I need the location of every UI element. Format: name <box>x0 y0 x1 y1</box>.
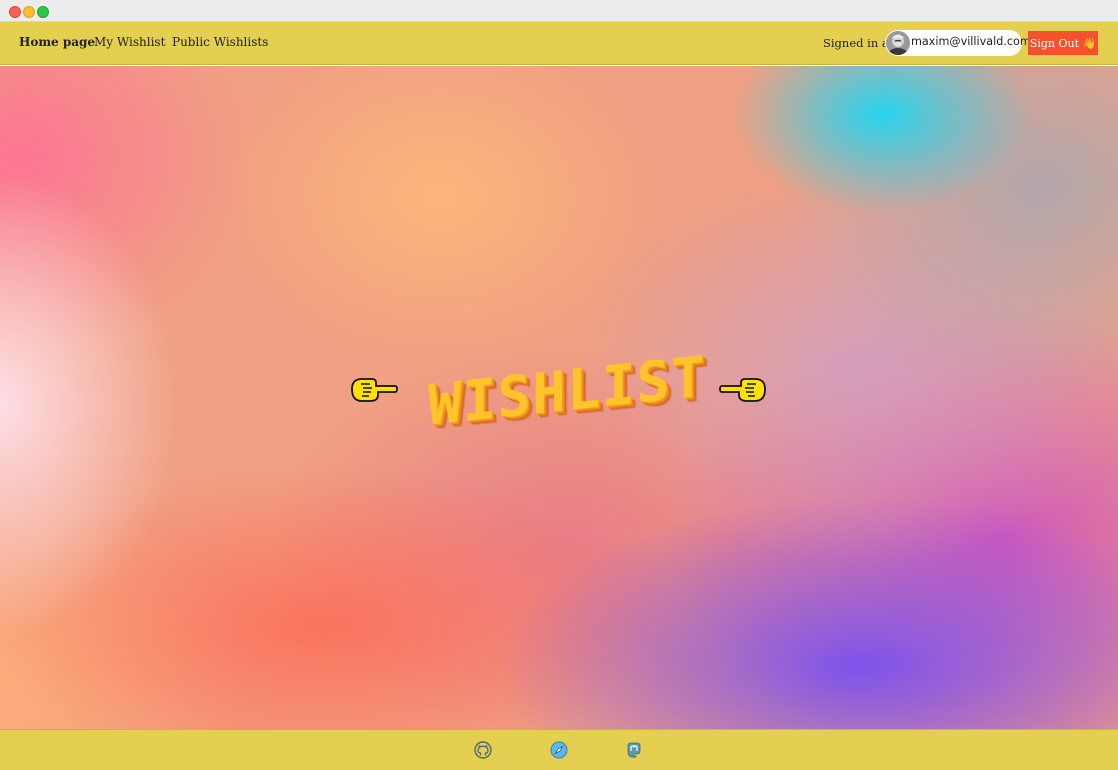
browser-window: Home page My Wishlist Public Wishlists S… <box>0 0 1118 770</box>
nav-public-wishlists-link[interactable]: Public Wishlists <box>172 35 268 49</box>
footer <box>0 729 1118 770</box>
nav-home-page-link[interactable]: Home page <box>19 35 95 49</box>
mastodon-icon[interactable] <box>625 741 643 759</box>
backhand-pointing-right-icon <box>719 378 766 402</box>
window-titlebar <box>0 0 1118 22</box>
sign-out-button[interactable]: Sign Out 👋 <box>1028 31 1098 55</box>
wishlist-logo: WISHLIST <box>348 345 770 439</box>
user-badge: maxim@villivald.com <box>885 30 1031 56</box>
top-navbar: Home page My Wishlist Public Wishlists S… <box>0 22 1118 65</box>
user-email: maxim@villivald.com <box>911 35 1031 48</box>
backhand-pointing-left-icon <box>351 378 398 402</box>
close-window-button[interactable] <box>9 6 21 18</box>
safari-compass-icon[interactable] <box>550 741 568 759</box>
avatar <box>886 31 910 55</box>
hero-section: WISHLIST <box>0 66 1118 729</box>
github-icon[interactable] <box>474 741 492 759</box>
nav-my-wishlist-link[interactable]: My Wishlist <box>94 35 165 49</box>
zoom-window-button[interactable] <box>37 6 49 18</box>
signed-in-label: Signed in as <box>823 36 895 50</box>
wishlist-title: WISHLIST <box>428 344 706 439</box>
minimize-window-button[interactable] <box>23 6 35 18</box>
